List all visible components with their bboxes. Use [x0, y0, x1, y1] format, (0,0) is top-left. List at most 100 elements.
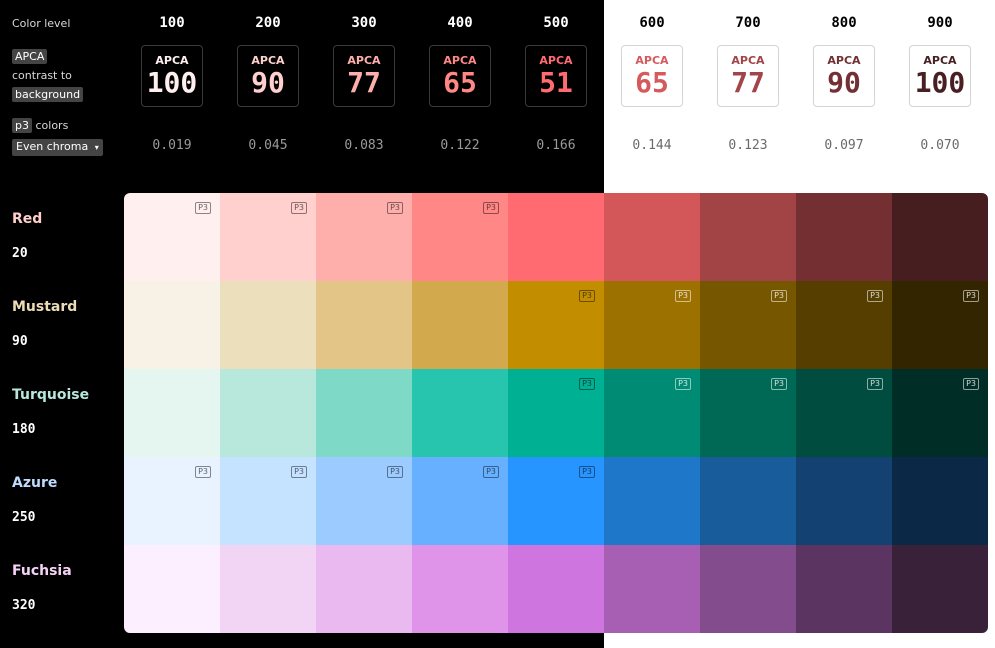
p3-legend: p3 colors — [12, 118, 68, 133]
color-swatch-red-100[interactable]: P3 — [124, 193, 220, 281]
color-swatch-red-900[interactable] — [892, 193, 988, 281]
chroma-mode-value: Even chroma — [16, 140, 89, 153]
color-swatch-turquoise-500[interactable]: P3 — [508, 369, 604, 457]
chroma-mode-select[interactable]: Even chroma ▾ — [12, 139, 103, 156]
color-level-label: Color level — [12, 17, 71, 30]
p3-gamut-badge: P3 — [291, 202, 307, 214]
color-swatch-fuchsia-300[interactable] — [316, 545, 412, 633]
level-header-900: 900 — [927, 15, 953, 31]
apca-contrast-box: APCA 90 — [237, 45, 299, 107]
level-header-800: 800 — [831, 15, 857, 31]
luminance-value: 0.019 — [152, 138, 192, 153]
color-swatch-red-800[interactable] — [796, 193, 892, 281]
color-swatch-azure-100[interactable]: P3 — [124, 457, 220, 545]
color-swatch-azure-200[interactable]: P3 — [220, 457, 316, 545]
background-legend: background — [12, 87, 84, 102]
color-swatch-fuchsia-600[interactable] — [604, 545, 700, 633]
color-swatch-red-200[interactable]: P3 — [220, 193, 316, 281]
color-swatch-azure-500[interactable]: P3 — [508, 457, 604, 545]
p3-gamut-badge: P3 — [963, 290, 979, 302]
apca-contrast-box: APCA 65 — [429, 45, 491, 107]
color-swatch-mustard-500[interactable]: P3 — [508, 281, 604, 369]
level-header-300: 300 — [351, 15, 377, 31]
apca-contrast-value: 77 — [347, 66, 381, 99]
swatch-grid: P3 P3 P3 P3 P3 P3 P3 P3 P3 P3 P3 P3 P3 P3 P3 P3 P3 P3 P3 — [124, 193, 988, 633]
apca-contrast-box: APCA 100 — [141, 45, 203, 107]
p3-gamut-badge: P3 — [867, 378, 883, 390]
p3-gamut-badge: P3 — [771, 290, 787, 302]
color-swatch-mustard-700[interactable]: P3 — [700, 281, 796, 369]
hue-name-fuchsia: Fuchsia — [12, 563, 72, 579]
p3-gamut-badge: P3 — [483, 466, 499, 478]
p3-gamut-badge: P3 — [483, 202, 499, 214]
hue-angle-value: 250 — [12, 510, 36, 525]
color-swatch-red-700[interactable] — [700, 193, 796, 281]
p3-gamut-badge: P3 — [675, 290, 691, 302]
apca-contrast-value: 77 — [731, 66, 765, 99]
color-swatch-turquoise-300[interactable] — [316, 369, 412, 457]
color-swatch-red-400[interactable]: P3 — [412, 193, 508, 281]
apca-contrast-box: APCA 100 — [909, 45, 971, 107]
hue-name-azure: Azure — [12, 475, 58, 491]
apca-contrast-box: APCA 77 — [717, 45, 779, 107]
color-swatch-mustard-600[interactable]: P3 — [604, 281, 700, 369]
color-swatch-red-600[interactable] — [604, 193, 700, 281]
apca-contrast-box: APCA 65 — [621, 45, 683, 107]
color-swatch-turquoise-900[interactable]: P3 — [892, 369, 988, 457]
contrast-to-label: contrast to — [12, 69, 72, 82]
p3-gamut-badge: P3 — [579, 378, 595, 390]
color-swatch-mustard-900[interactable]: P3 — [892, 281, 988, 369]
color-swatch-turquoise-400[interactable] — [412, 369, 508, 457]
level-header-700: 700 — [735, 15, 761, 31]
apca-contrast-value: 65 — [443, 66, 477, 99]
color-swatch-mustard-300[interactable] — [316, 281, 412, 369]
color-swatch-azure-400[interactable]: P3 — [412, 457, 508, 545]
apca-contrast-value: 65 — [635, 66, 669, 99]
luminance-value: 0.122 — [440, 138, 480, 153]
color-swatch-red-300[interactable]: P3 — [316, 193, 412, 281]
color-swatch-fuchsia-400[interactable] — [412, 545, 508, 633]
color-swatch-azure-900[interactable] — [892, 457, 988, 545]
color-swatch-fuchsia-900[interactable] — [892, 545, 988, 633]
apca-contrast-value: 100 — [146, 66, 198, 99]
apca-legend: APCA — [12, 49, 48, 64]
color-swatch-fuchsia-200[interactable] — [220, 545, 316, 633]
hue-name-turquoise: Turquoise — [12, 387, 90, 403]
color-swatch-turquoise-200[interactable] — [220, 369, 316, 457]
color-swatch-azure-600[interactable] — [604, 457, 700, 545]
p3-gamut-badge: P3 — [387, 202, 403, 214]
color-swatch-azure-800[interactable] — [796, 457, 892, 545]
color-swatch-turquoise-100[interactable] — [124, 369, 220, 457]
color-swatch-azure-300[interactable]: P3 — [316, 457, 412, 545]
hue-name-red: Red — [12, 211, 43, 227]
apca-contrast-value: 90 — [827, 66, 861, 99]
p3-gamut-badge: P3 — [771, 378, 787, 390]
level-header-400: 400 — [447, 15, 473, 31]
color-swatch-azure-700[interactable] — [700, 457, 796, 545]
color-swatch-mustard-800[interactable]: P3 — [796, 281, 892, 369]
color-swatch-fuchsia-700[interactable] — [700, 545, 796, 633]
p3-gamut-badge: P3 — [579, 466, 595, 478]
color-swatch-red-500[interactable] — [508, 193, 604, 281]
color-swatch-fuchsia-100[interactable] — [124, 545, 220, 633]
apca-contrast-box: APCA 90 — [813, 45, 875, 107]
apca-contrast-value: 100 — [914, 66, 966, 99]
color-swatch-mustard-400[interactable] — [412, 281, 508, 369]
color-swatch-mustard-100[interactable] — [124, 281, 220, 369]
p3-gamut-badge: P3 — [195, 202, 211, 214]
apca-contrast-box: APCA 51 — [525, 45, 587, 107]
luminance-value: 0.083 — [344, 138, 384, 153]
color-swatch-mustard-200[interactable] — [220, 281, 316, 369]
color-swatch-turquoise-800[interactable]: P3 — [796, 369, 892, 457]
hue-angle-value: 180 — [12, 422, 36, 437]
p3-gamut-badge: P3 — [579, 290, 595, 302]
apca-tag: APCA — [12, 49, 48, 64]
hue-angle-value: 20 — [12, 246, 28, 261]
color-swatch-turquoise-700[interactable]: P3 — [700, 369, 796, 457]
p3-gamut-badge: P3 — [867, 290, 883, 302]
level-header-600: 600 — [639, 15, 665, 31]
luminance-value: 0.097 — [824, 138, 864, 153]
color-swatch-fuchsia-800[interactable] — [796, 545, 892, 633]
color-swatch-fuchsia-500[interactable] — [508, 545, 604, 633]
color-swatch-turquoise-600[interactable]: P3 — [604, 369, 700, 457]
